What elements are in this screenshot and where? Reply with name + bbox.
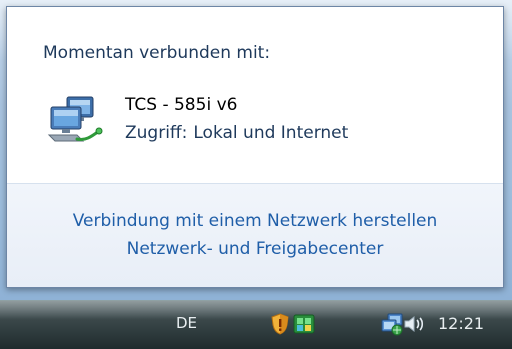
popup-content: Momentan verbunden mit: TCS - 585i v6 Zu… [7,7,503,183]
connect-to-network-link[interactable]: Verbindung mit einem Netzwerk herstellen [7,211,503,231]
network-icon[interactable] [380,312,404,336]
taskbar: DE 12:21 [0,300,512,349]
popup-heading: Momentan verbunden mit: [43,43,271,63]
clock[interactable]: 12:21 [438,314,484,333]
security-shield-icon[interactable] [268,312,292,336]
network-connected-icon [47,96,103,142]
access-value: Lokal und Internet [193,123,349,143]
access-label: Zugriff: [125,123,188,143]
taskbar-sheen [0,301,512,319]
network-access: Zugriff: Lokal und Internet [125,123,348,143]
task-manager-icon[interactable] [292,312,316,336]
network-status-popup: Momentan verbunden mit: TCS - 585i v6 Zu… [6,6,504,288]
network-name: TCS - 585i v6 [125,95,238,115]
popup-links-area: Verbindung mit einem Netzwerk herstellen… [7,184,503,287]
language-indicator[interactable]: DE [176,314,197,332]
network-sharing-center-link[interactable]: Netzwerk- und Freigabecenter [7,239,503,259]
volume-icon[interactable] [402,312,426,336]
